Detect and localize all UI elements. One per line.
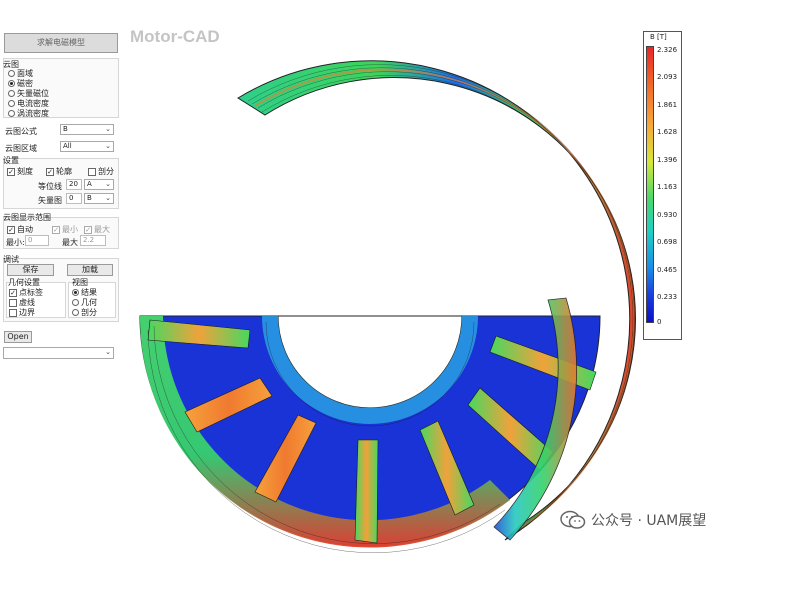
- colorbar-tick: 1.628: [657, 128, 678, 136]
- colorbar-title: B [T]: [650, 33, 667, 41]
- colorbar-tick: 0.233: [657, 293, 678, 301]
- wechat-icon: [560, 510, 586, 529]
- colorbar-tick: 2.326: [657, 46, 678, 54]
- colorbar-tick: 1.163: [657, 183, 678, 191]
- colorbar-tick: 1.861: [657, 101, 678, 109]
- colorbar-tick: 1.396: [657, 156, 678, 164]
- colorbar-gradient: [646, 46, 654, 323]
- watermark-text: 公众号 · UAM展望: [591, 513, 707, 529]
- colorbar-tick: 0: [657, 318, 662, 326]
- colorbar-tick: 0.465: [657, 266, 678, 274]
- colorbar-tick: 0.698: [657, 238, 678, 246]
- colorbar-tick: 0.930: [657, 211, 678, 219]
- watermark: 公众号 · UAM展望: [560, 510, 706, 530]
- colorbar-tick: 2.093: [657, 73, 678, 81]
